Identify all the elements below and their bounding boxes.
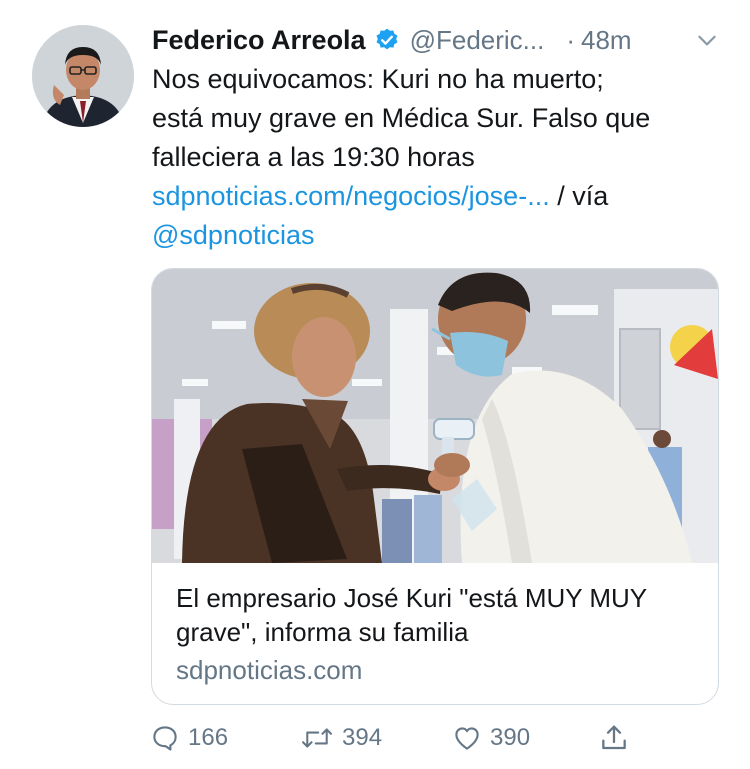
tweet-text-line: Nos equivocamos: Kuri no ha muerto; [152, 64, 604, 94]
heart-icon [452, 723, 482, 753]
tweet-link[interactable]: sdpnoticias.com/negocios/jose-... [152, 181, 550, 211]
tweet-text: Nos equivocamos: Kuri no ha muerto; está… [152, 60, 732, 255]
author-name[interactable]: Federico Arreola [152, 25, 366, 56]
card-title: El empresario José Kuri "está MUY MUY gr… [176, 583, 647, 647]
tweet-timestamp[interactable]: 48m [581, 25, 632, 56]
tweet-text-line: falleciera a las 19:30 horas [152, 142, 475, 172]
retweet-count: 394 [342, 724, 383, 751]
reply-count: 166 [188, 724, 229, 751]
separator-dot: · [566, 24, 576, 55]
retweet-icon [300, 723, 334, 753]
via-text: / vía [549, 181, 609, 211]
via-handle-link[interactable]: @sdpnoticias [152, 220, 315, 250]
reply-button[interactable]: 166 [150, 716, 228, 760]
author-avatar[interactable] [32, 25, 134, 127]
like-count: 390 [490, 724, 531, 751]
author-handle[interactable]: @Federic... [410, 25, 545, 56]
share-icon [598, 722, 630, 754]
tweet-text-line: está muy grave en Médica Sur. Falso que [152, 103, 651, 133]
tweet-action-bar: 166 394 390 [150, 716, 640, 760]
card-image [152, 269, 718, 563]
avatar-photo [32, 25, 134, 127]
like-button[interactable]: 390 [452, 716, 530, 760]
card-domain: sdpnoticias.com [176, 655, 363, 685]
share-button[interactable] [598, 716, 630, 760]
reply-icon [150, 723, 180, 753]
chevron-down-icon[interactable] [694, 27, 720, 53]
link-preview-card[interactable]: El empresario José Kuri "está MUY MUY gr… [151, 268, 719, 705]
tweet-header: Federico Arreola @Federic... · 48m [152, 22, 720, 58]
retweet-button[interactable]: 394 [300, 716, 382, 760]
verified-badge-icon [374, 27, 400, 53]
